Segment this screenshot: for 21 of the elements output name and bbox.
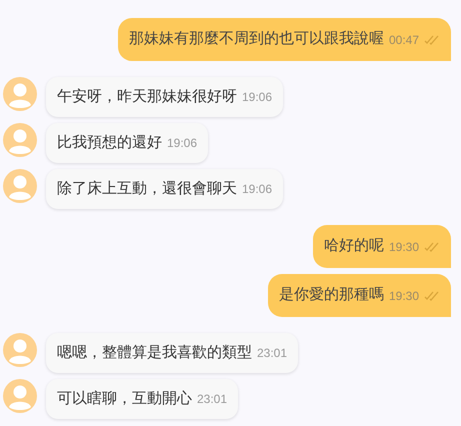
message-time: 23:01 bbox=[197, 391, 228, 408]
message-time: 19:30 bbox=[388, 288, 419, 304]
message-text: 比我預想的還好 bbox=[57, 132, 162, 153]
message-time: 00:47 bbox=[388, 32, 419, 48]
message-time: 19:06 bbox=[242, 89, 272, 106]
avatar-icon bbox=[3, 77, 37, 111]
message-time: 19:06 bbox=[242, 181, 272, 198]
message-text: 可以瞎聊，互動開心 bbox=[57, 388, 192, 409]
message-text: 那妹妹有那麼不周到的也可以跟我說喔 bbox=[128, 29, 384, 50]
avatar-icon bbox=[3, 123, 37, 157]
message-time: 23:01 bbox=[257, 345, 288, 362]
avatar-icon bbox=[3, 379, 37, 413]
message-text: 哈好的呢 bbox=[324, 236, 384, 256]
avatar-icon bbox=[3, 333, 37, 367]
message-text: 嗯嗯，整體算是我喜歡的類型 bbox=[57, 342, 252, 363]
avatar-icon bbox=[3, 169, 37, 203]
message-time: 19:30 bbox=[388, 238, 419, 256]
message-text: 午安呀，昨天那妹妹很好呀 bbox=[57, 86, 237, 107]
message-text: 除了床上互動，還很會聊天 bbox=[57, 178, 237, 199]
message-text: 是你愛的那種嗎 bbox=[278, 285, 384, 306]
message-time: 19:06 bbox=[167, 135, 198, 152]
